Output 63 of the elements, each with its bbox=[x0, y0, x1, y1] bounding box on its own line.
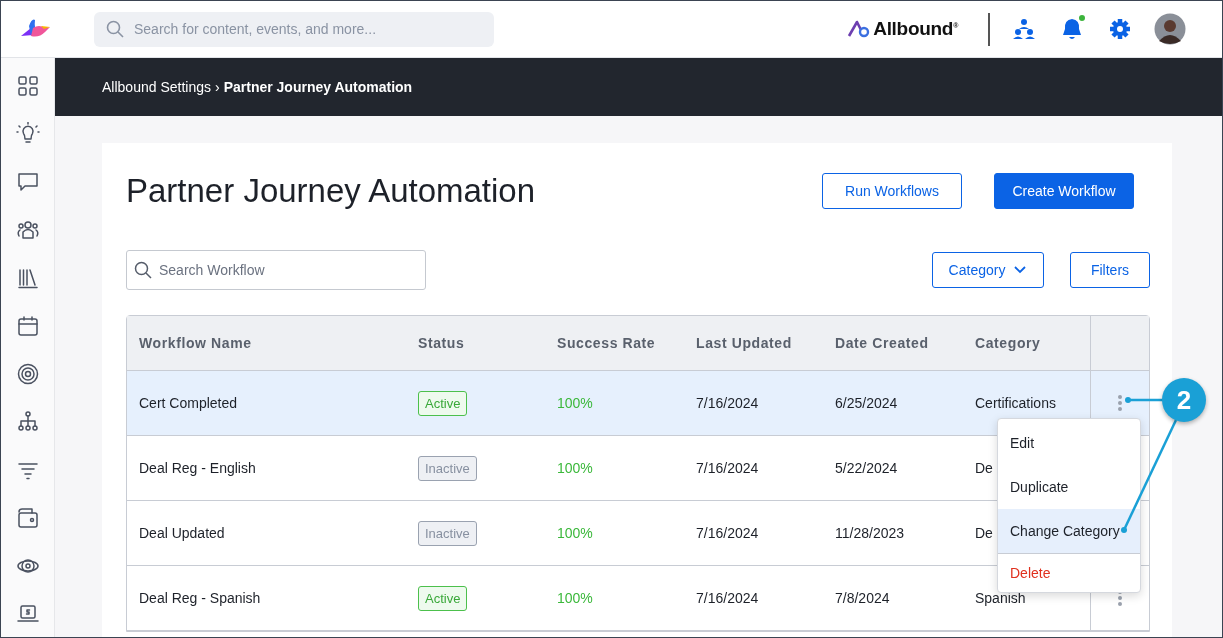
search-icon bbox=[106, 20, 124, 38]
table-cell: De bbox=[975, 525, 993, 541]
table-cell: De bbox=[975, 460, 993, 476]
breadcrumb-link[interactable]: Allbound Settings bbox=[102, 79, 211, 95]
hierarchy-icon[interactable] bbox=[1012, 17, 1036, 41]
table-cell: 11/28/2023 bbox=[835, 525, 905, 541]
org-chart-icon[interactable] bbox=[15, 410, 40, 434]
target-icon[interactable] bbox=[15, 362, 40, 386]
column-header: Status bbox=[417, 334, 466, 353]
status-tag: Active bbox=[418, 390, 468, 416]
column-header: Workflow Name bbox=[138, 334, 253, 353]
column-header: Date Created bbox=[834, 334, 930, 353]
wallet-icon[interactable] bbox=[15, 506, 40, 530]
page-title: Partner Journey Automation bbox=[126, 172, 536, 210]
table-cell: Deal Updated bbox=[139, 525, 225, 541]
search-field[interactable]: Search for content, events, and more... bbox=[94, 11, 494, 47]
run-workflows-button[interactable]: Run Workflows bbox=[822, 173, 962, 209]
table-cell: Certifications bbox=[975, 395, 1056, 411]
status-tag: Inactive bbox=[418, 520, 477, 546]
success-rate: 100% bbox=[557, 590, 593, 606]
avatar-icon[interactable] bbox=[1154, 13, 1186, 45]
chevron-down-icon bbox=[1013, 265, 1028, 275]
search-field[interactable]: Search Workflow bbox=[126, 250, 426, 290]
status-tag: Active bbox=[418, 585, 468, 611]
calendar-icon[interactable] bbox=[15, 314, 40, 338]
table-cell: 7/16/2024 bbox=[696, 590, 759, 606]
brand-name: Allbound$^{®}$ bbox=[873, 18, 958, 40]
search-icon bbox=[134, 261, 152, 279]
table-cell: 7/8/2024 bbox=[835, 590, 890, 606]
table-cell: Spanish bbox=[975, 590, 1026, 606]
brand-logo-icon bbox=[847, 20, 872, 38]
table-cell: 6/25/2024 bbox=[835, 395, 898, 411]
table-cell: 7/16/2024 bbox=[696, 460, 759, 476]
settings-icon[interactable] bbox=[1108, 17, 1132, 41]
table-cell: 7/16/2024 bbox=[696, 525, 759, 541]
success-rate: 100% bbox=[557, 460, 593, 476]
status-tag: Inactive bbox=[418, 455, 477, 481]
table-cell: 7/16/2024 bbox=[696, 395, 759, 411]
table-cell: Cert Completed bbox=[139, 395, 238, 411]
success-rate: 100% bbox=[557, 395, 593, 411]
table-row[interactable]: Cert Completed Active 100% 7/16/2024 6/25/2024 Certifications bbox=[127, 371, 1149, 436]
column-header: Last Updated bbox=[695, 334, 793, 353]
filters-button[interactable]: Filters bbox=[1070, 252, 1150, 288]
grid-icon[interactable] bbox=[15, 74, 40, 98]
column-header: Category bbox=[974, 334, 1042, 353]
success-rate: 100% bbox=[557, 525, 593, 541]
category-dropdown[interactable]: Category bbox=[932, 252, 1044, 288]
bell-icon[interactable] bbox=[1060, 16, 1084, 42]
column-header: Success Rate bbox=[556, 334, 657, 353]
chat-bubble-icon[interactable] bbox=[15, 170, 40, 194]
leader-line bbox=[1125, 397, 1164, 403]
table-cell: 5/22/2024 bbox=[835, 460, 898, 476]
lightbulb-icon[interactable] bbox=[15, 122, 40, 146]
menu-item[interactable]: Delete bbox=[998, 554, 1140, 592]
create-workflow-button[interactable]: Create Workflow bbox=[994, 173, 1134, 209]
breadcrumb-current: Partner Journey Automation bbox=[223, 79, 413, 95]
menu-item[interactable]: Change Category bbox=[998, 509, 1140, 553]
callout-badge: 2 bbox=[1162, 378, 1206, 422]
table-cell: Deal Reg - English bbox=[139, 460, 256, 476]
people-icon[interactable] bbox=[15, 218, 40, 242]
breadcrumb-separator: › bbox=[214, 79, 220, 95]
books-icon[interactable] bbox=[15, 266, 40, 290]
table-cell: Deal Reg - Spanish bbox=[139, 590, 261, 606]
